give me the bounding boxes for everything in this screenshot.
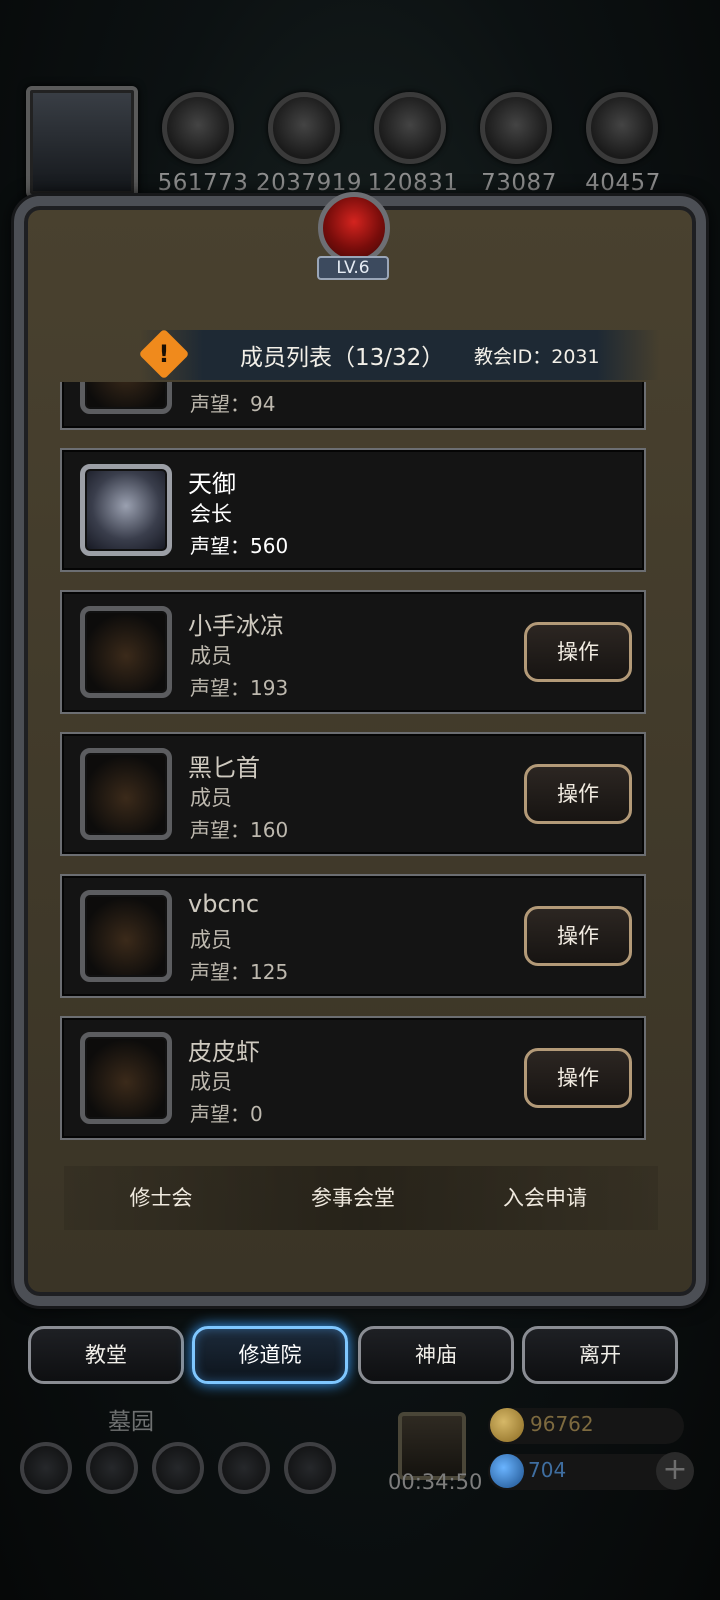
member-action-button[interactable]: 操作	[524, 764, 632, 824]
cemetery-label[interactable]: 墓园	[108, 1402, 154, 1436]
emblem-icon[interactable]	[86, 1442, 138, 1494]
tab-council-hall[interactable]: 参事会堂	[278, 1182, 428, 1212]
member-avatar[interactable]	[80, 1032, 172, 1124]
iron-amount: 40457	[585, 170, 661, 196]
member-reputation: 声望：193	[190, 676, 289, 700]
mail-icon[interactable]	[218, 1442, 270, 1494]
warning-mark: !	[158, 340, 170, 368]
member-role: 成员	[190, 928, 232, 952]
member-role: 成员	[190, 644, 232, 668]
member-role: 成员	[190, 786, 232, 810]
guild-emblem-icon	[318, 192, 390, 264]
member-role: 成员	[190, 1070, 232, 1094]
nav-church-button[interactable]: 教堂	[28, 1326, 184, 1384]
member-reputation: 声望：160	[190, 818, 289, 842]
guild-level: LV.6	[317, 256, 389, 280]
member-avatar[interactable]	[80, 890, 172, 982]
member-avatar[interactable]	[80, 464, 172, 556]
nav-monastery-button[interactable]: 修道院	[192, 1326, 348, 1384]
member-action-button[interactable]: 操作	[524, 622, 632, 682]
add-gems-icon[interactable]: +	[656, 1452, 694, 1490]
member-reputation: 声望：94	[190, 392, 276, 416]
wood-icon[interactable]	[268, 92, 340, 164]
member-action-button[interactable]: 操作	[524, 1048, 632, 1108]
member-reputation: 声望：125	[190, 960, 289, 984]
member-name: 小手冰凉	[188, 612, 284, 640]
gift-timer: 00:34:50	[388, 1470, 483, 1494]
crystal-icon[interactable]	[480, 92, 552, 164]
tab-guild-members[interactable]: 修士会	[86, 1182, 236, 1212]
list-item: 皮皮虾 成员 声望：0 操作	[60, 1016, 646, 1140]
member-name: 天御	[188, 470, 236, 498]
nav-leave-button[interactable]: 离开	[522, 1326, 678, 1384]
list-item: 黑匕首 成员 声望：160 操作	[60, 732, 646, 856]
settings-icon[interactable]	[20, 1442, 72, 1494]
member-name: vbcnc	[188, 890, 260, 918]
tab-join-requests[interactable]: 入会申请	[470, 1182, 620, 1212]
coin-icon	[490, 1408, 524, 1442]
gem-icon	[490, 1454, 524, 1488]
gem-amount: 704	[528, 1458, 567, 1482]
meat-amount: 561773	[157, 170, 249, 196]
nav-temple-button[interactable]: 神庙	[358, 1326, 514, 1384]
member-list[interactable]: 声望：94 天御 会长 声望：560 小手冰凉 成员 声望：193 操作 黑匕首…	[50, 382, 658, 1142]
bag-icon[interactable]	[284, 1442, 336, 1494]
crystal-amount: 73087	[481, 170, 557, 196]
guild-id: 教会ID：2031	[474, 346, 600, 368]
meat-icon[interactable]	[162, 92, 234, 164]
stone-amount: 120831	[367, 170, 459, 196]
list-item: vbcnc 成员 声望：125 操作	[60, 874, 646, 998]
member-reputation: 声望：560	[190, 534, 289, 558]
member-avatar[interactable]	[80, 748, 172, 840]
stone-icon[interactable]	[374, 92, 446, 164]
list-item: 声望：94	[60, 382, 646, 430]
list-item: 小手冰凉 成员 声望：193 操作	[60, 590, 646, 714]
member-avatar[interactable]	[80, 606, 172, 698]
member-name: 皮皮虾	[188, 1038, 260, 1066]
player-avatar[interactable]	[26, 86, 138, 198]
member-role: 会长	[190, 502, 232, 526]
member-name: 黑匕首	[188, 754, 260, 782]
iron-icon[interactable]	[586, 92, 658, 164]
shield-icon[interactable]	[152, 1442, 204, 1494]
member-reputation: 声望：0	[190, 1102, 263, 1126]
coin-amount: 96762	[530, 1412, 594, 1436]
member-list-title: 成员列表（13/32）	[240, 345, 445, 371]
member-avatar	[80, 382, 172, 414]
member-action-button[interactable]: 操作	[524, 906, 632, 966]
list-item: 天御 会长 声望：560	[60, 448, 646, 572]
